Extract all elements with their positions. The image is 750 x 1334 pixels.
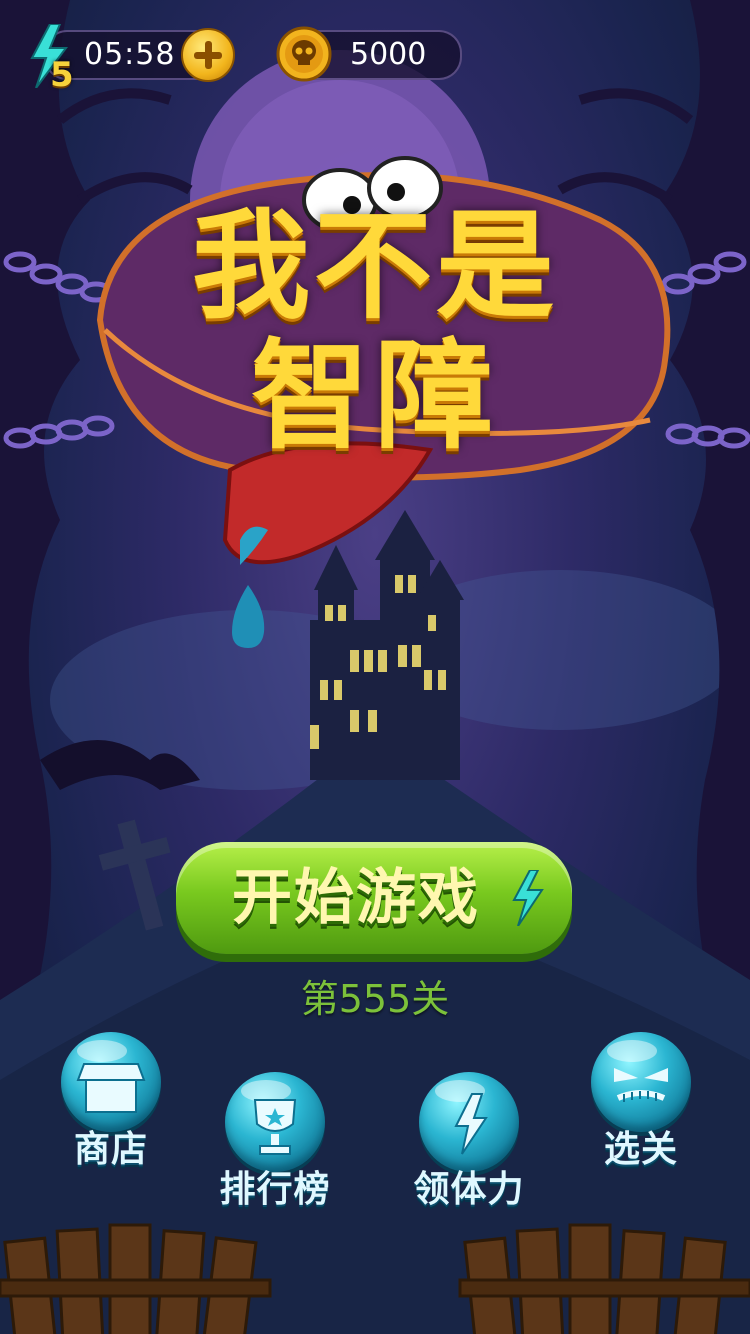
start-game-button[interactable]: 开始游戏 [176,842,572,954]
add-energy-button[interactable] [181,28,235,82]
game-title-line2: 智障 [250,327,499,465]
leaderboard-label: 排行榜 [219,1169,331,1210]
coin-amount: 5000 [350,37,427,72]
level-select-button[interactable]: 选关 [566,1032,716,1202]
shop-icon [76,1063,146,1113]
haunted-castle [310,510,464,780]
start-game-label: 开始游戏 [232,863,480,933]
angry-face-icon [614,1068,668,1102]
lightning-icon [512,870,544,926]
lightning-icon [454,1093,488,1155]
claim-energy-button[interactable]: 领体力 [394,1072,544,1242]
level-select-label: 选关 [603,1129,678,1170]
shop-label: 商店 [73,1129,148,1170]
current-level-label: 第555关 [300,977,450,1021]
shop-button[interactable]: 商店 [36,1032,186,1202]
energy-timer: 05:58 [84,37,176,72]
energy-count: 5 [50,55,74,95]
claim-energy-label: 领体力 [413,1169,525,1210]
trophy-icon [253,1099,297,1155]
game-main-menu: 05:58 5 5000 我不是 智障 开始游戏 第555关 商店 排行榜 领体… [0,0,750,1334]
leaderboard-button[interactable]: 排行榜 [200,1072,350,1242]
skull-coin-icon [276,26,332,82]
drip [232,585,265,648]
